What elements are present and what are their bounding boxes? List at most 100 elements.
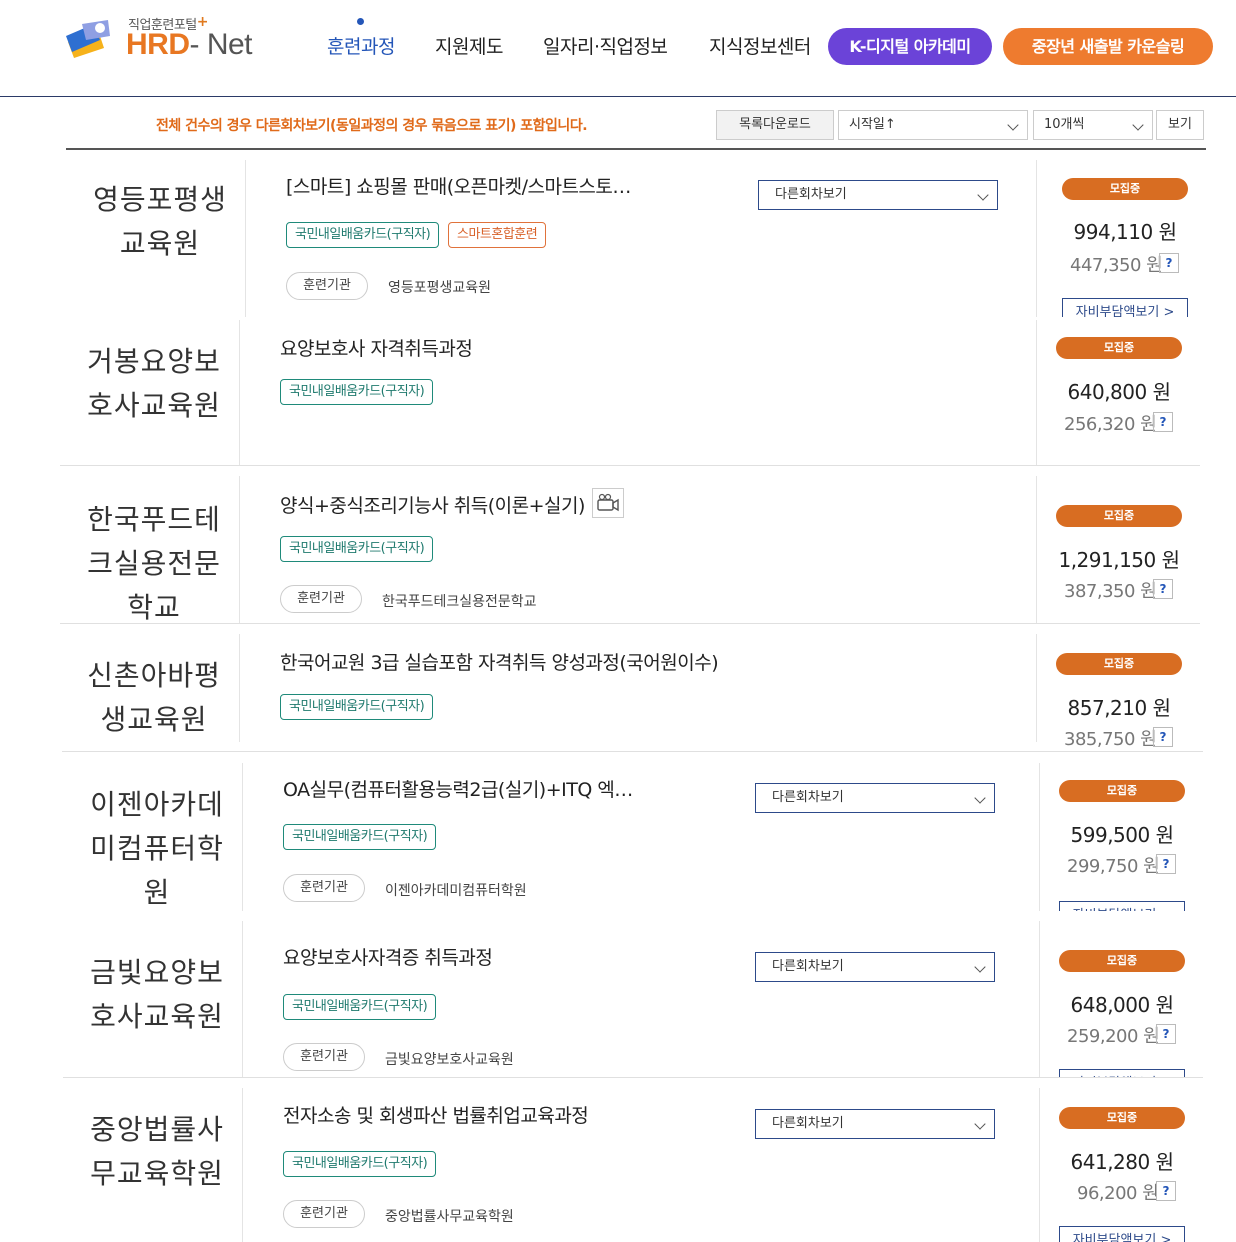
institution-name[interactable]: 신촌아바평 생교육원 xyxy=(64,654,244,742)
institution-name[interactable]: 중앙법률사 무교육학원 xyxy=(67,1108,247,1196)
sort-select[interactable]: 시작일↑ xyxy=(838,110,1028,140)
course-card: 영등포평생 교육원 [스마트] 쇼핑몰 판매(오픈마켓/스마트스토… 국민내일배움… xyxy=(66,160,1206,317)
institution-small[interactable]: 중앙법률사무교육학원 xyxy=(385,1206,514,1226)
help-icon[interactable]: ? xyxy=(1156,1024,1176,1044)
institution-label: 훈련기관 xyxy=(283,1043,365,1071)
course-card: 이젠아카데 미컴퓨터학 원 OA실무(컴퓨터활용능력2급(실기)+ITQ 엑… 국민… xyxy=(63,763,1203,911)
institution-label: 훈련기관 xyxy=(283,874,365,902)
logo-text: HRD- Net xyxy=(126,28,253,61)
sort-select-value: 시작일↑ xyxy=(849,117,896,132)
price: 641,280 원 xyxy=(1070,1150,1174,1174)
status-badge: 모집중 xyxy=(1056,505,1182,527)
institution-label: 훈련기관 xyxy=(283,1200,365,1228)
institution-small[interactable]: 금빛요양보호사교육원 xyxy=(385,1049,514,1069)
course-card: 중앙법률사 무교육학원 전자소송 및 회생파산 법률취업교육과정 국민내일배움카드… xyxy=(63,1088,1203,1242)
divider xyxy=(242,1088,243,1242)
midlife-counseling-button[interactable]: 중장년 새출발 카운슬링 xyxy=(1003,28,1213,65)
list-toolbar: 전체 건수의 경우 다른회차보기(동일과정의 경우 묶음으로 표기) 포함입니다… xyxy=(66,108,1206,150)
self-pay-price: 387,350 원 xyxy=(1064,581,1157,602)
course-title[interactable]: 한국어교원 3급 실습포함 자격취득 양성과정(국어원이수) xyxy=(280,648,719,675)
course-title[interactable]: 요양보호사 자격취득과정 xyxy=(280,334,473,361)
self-pay-button[interactable]: 자비부담액보기 > xyxy=(1059,901,1185,911)
status-badge: 모집중 xyxy=(1056,337,1182,359)
other-rounds-select[interactable]: 다른회차보기 xyxy=(755,1109,995,1139)
other-rounds-select[interactable]: 다른회차보기 xyxy=(758,180,998,210)
institution-name[interactable]: 거봉요양보 호사교육원 xyxy=(64,340,244,428)
nav-jobs-info[interactable]: 일자리·직업정보 xyxy=(543,32,668,59)
institution-name[interactable]: 영등포평생 교육원 xyxy=(70,178,250,266)
price: 857,210 원 xyxy=(1067,696,1171,720)
tag-naeil-card: 국민내일배움카드(구직자) xyxy=(283,824,437,850)
chevron-down-icon xyxy=(1132,119,1144,131)
institution-name[interactable]: 이젠아카데 미컴퓨터학 원 xyxy=(67,783,247,911)
help-icon[interactable]: ? xyxy=(1156,1181,1176,1201)
per-page-select[interactable]: 10개씩 xyxy=(1033,110,1153,140)
status-badge: 모집중 xyxy=(1056,653,1182,675)
price: 648,000 원 xyxy=(1070,993,1174,1017)
other-rounds-select[interactable]: 다른회차보기 xyxy=(755,783,995,813)
price: 1,291,150 원 xyxy=(1058,548,1180,572)
divider xyxy=(1039,921,1040,1078)
active-nav-dot xyxy=(357,18,364,25)
site-header: 직업훈련포털+ HRD- Net 훈련과정 지원제도 일자리·직업정보 지식정보… xyxy=(0,0,1236,97)
course-card: 금빛요양보 호사교육원 요양보호사자격증 취득과정 국민내일배움카드(구직자) 훈… xyxy=(63,921,1203,1078)
view-button[interactable]: 보기 xyxy=(1156,110,1204,140)
download-list-button[interactable]: 목록다운로드 xyxy=(716,110,834,140)
help-icon[interactable]: ? xyxy=(1159,253,1179,273)
course-title[interactable]: 양식+중식조리기능사 취득(이론+실기) xyxy=(280,491,585,518)
status-badge: 모집중 xyxy=(1062,178,1188,200)
self-pay-button[interactable]: 자비부담액보기 > xyxy=(1062,298,1188,317)
course-title[interactable]: 요양보호사자격증 취득과정 xyxy=(283,943,493,970)
self-pay-price: 259,200 원 xyxy=(1067,1026,1160,1047)
self-pay-button[interactable]: 자비부담액보기 > xyxy=(1059,1226,1185,1242)
status-badge: 모집중 xyxy=(1059,1107,1185,1129)
help-icon[interactable]: ? xyxy=(1153,579,1173,599)
nav-knowledge-center[interactable]: 지식정보센터 xyxy=(709,32,811,59)
divider xyxy=(62,751,1203,752)
divider xyxy=(242,921,243,1078)
chevron-down-icon xyxy=(974,961,986,973)
self-pay-price: 385,750 원 xyxy=(1064,729,1157,750)
tag-naeil-card: 국민내일배움카드(구직자) xyxy=(283,1151,437,1177)
institution-small[interactable]: 영등포평생교육원 xyxy=(388,277,491,297)
help-icon[interactable]: ? xyxy=(1153,727,1173,747)
other-rounds-label: 다른회차보기 xyxy=(772,1116,844,1131)
status-badge: 모집중 xyxy=(1059,780,1185,802)
other-rounds-label: 다른회차보기 xyxy=(772,959,844,974)
institution-small[interactable]: 이젠아카데미컴퓨터학원 xyxy=(385,880,527,900)
institution-name[interactable]: 한국푸드테 크실용전문 학교 xyxy=(64,498,244,624)
tag-naeil-card: 국민내일배움카드(구직자) xyxy=(280,536,434,562)
institution-small[interactable]: 한국푸드테크실용전문학교 xyxy=(382,591,537,611)
self-pay-price: 447,350 원 xyxy=(1070,255,1163,276)
course-card: 거봉요양보 호사교육원 요양보호사 자격취득과정 국민내일배움카드(구직자) 모집… xyxy=(60,320,1200,466)
course-title[interactable]: [스마트] 쇼핑몰 판매(오픈마켓/스마트스토… xyxy=(286,172,631,199)
nav-support-system[interactable]: 지원제도 xyxy=(435,32,503,59)
tag-naeil-card: 국민내일배움카드(구직자) xyxy=(283,994,437,1020)
institution-label: 훈련기관 xyxy=(280,585,362,613)
logo-icon xyxy=(66,20,110,58)
other-rounds-select[interactable]: 다른회차보기 xyxy=(755,952,995,982)
status-badge: 모집중 xyxy=(1059,950,1185,972)
other-rounds-label: 다른회차보기 xyxy=(772,790,844,805)
divider xyxy=(239,320,240,466)
divider xyxy=(239,476,240,624)
divider xyxy=(239,634,240,742)
nav-training-courses[interactable]: 훈련과정 xyxy=(327,32,395,59)
institution-name[interactable]: 금빛요양보 호사교육원 xyxy=(67,951,247,1039)
per-page-value: 10개씩 xyxy=(1044,117,1085,132)
help-icon[interactable]: ? xyxy=(1156,854,1176,874)
divider xyxy=(60,465,1200,466)
tag-naeil-card: 국민내일배움카드(구직자) xyxy=(286,222,440,248)
self-pay-price: 96,200 원 xyxy=(1077,1183,1159,1204)
chevron-down-icon xyxy=(974,1118,986,1130)
course-title[interactable]: OA실무(컴퓨터활용능력2급(실기)+ITQ 엑… xyxy=(283,775,633,802)
help-icon[interactable]: ? xyxy=(1153,412,1173,432)
price: 640,800 원 xyxy=(1067,380,1171,404)
course-title[interactable]: 전자소송 및 회생파산 법률취업교육과정 xyxy=(283,1101,589,1128)
chevron-down-icon xyxy=(1007,119,1019,131)
institution-label: 훈련기관 xyxy=(286,272,368,300)
k-digital-academy-button[interactable]: K-디지털 아카데미 xyxy=(828,28,992,65)
chevron-down-icon xyxy=(974,792,986,804)
divider xyxy=(242,763,243,911)
hrd-net-logo[interactable]: 직업훈련포털+ HRD- Net xyxy=(64,14,264,64)
